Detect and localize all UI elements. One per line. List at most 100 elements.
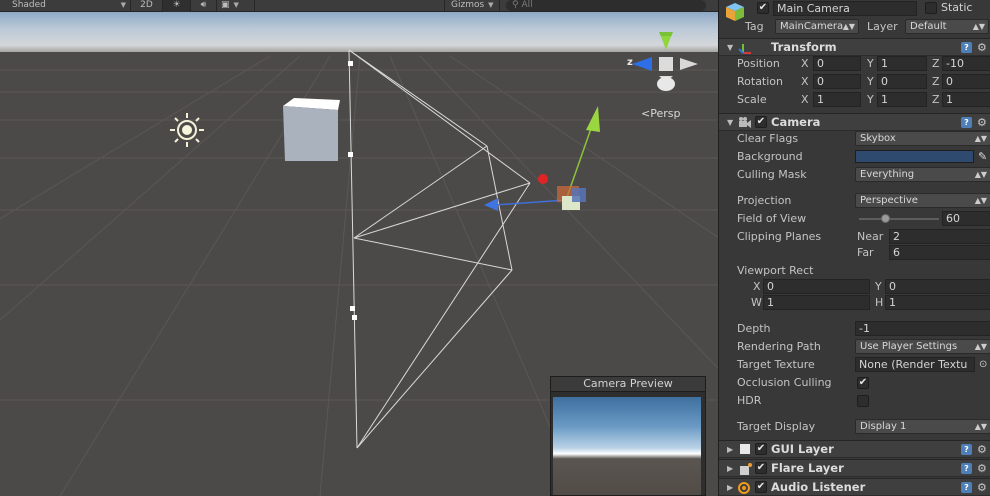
fov-slider-knob[interactable] bbox=[881, 214, 891, 223]
hdr-checkbox[interactable] bbox=[857, 395, 869, 407]
gui-layer-title: GUI Layer bbox=[771, 442, 834, 456]
clear-flags-row: Clear Flags Skybox ▲▼ bbox=[719, 130, 990, 148]
layer-dropdown[interactable]: Default ▲▼ bbox=[905, 19, 989, 34]
cube-object[interactable] bbox=[283, 98, 340, 161]
scene-effects-dropdown[interactable]: ▣ ▼ bbox=[217, 0, 255, 12]
scale-z-field[interactable]: 1 bbox=[942, 92, 990, 107]
fov-slider-track[interactable] bbox=[859, 218, 939, 220]
camera-enabled-checkbox[interactable]: ✔ bbox=[755, 116, 767, 128]
help-icon[interactable]: ? bbox=[961, 42, 972, 53]
viewport-h-field[interactable]: 1 bbox=[885, 295, 990, 310]
background-color-field[interactable] bbox=[855, 150, 974, 163]
dropdown-arrow-icon: ▲▼ bbox=[842, 22, 855, 31]
object-active-checkbox[interactable]: ✔ bbox=[757, 2, 769, 14]
gear-icon[interactable]: ⚙ bbox=[977, 463, 988, 474]
layer-value: Default bbox=[910, 21, 947, 32]
occlusion-culling-label: Occlusion Culling bbox=[737, 376, 832, 389]
scene-view[interactable]: Shaded ▼ 2D ☀ 🔊︎ ▣ ▼ Gizmos ▼ ⚲ All z <P… bbox=[0, 0, 718, 496]
layer-label: Layer bbox=[867, 20, 898, 33]
clear-flags-value: Skybox bbox=[860, 133, 896, 144]
viewport-x-field[interactable]: 0 bbox=[763, 279, 870, 294]
gui-layer-checkbox[interactable]: ✔ bbox=[755, 443, 767, 455]
scene-audio-toggle[interactable]: 🔊︎ bbox=[191, 0, 217, 12]
chevron-down-icon: ▼ bbox=[120, 1, 126, 9]
gear-icon[interactable]: ⚙ bbox=[977, 444, 988, 455]
rotation-x-field[interactable]: 0 bbox=[813, 74, 861, 89]
camera-header[interactable]: ▼ ✔ Camera ? ⚙ bbox=[719, 113, 990, 131]
shading-mode-dropdown[interactable]: Shaded ▼ bbox=[0, 0, 131, 12]
rendering-path-dropdown[interactable]: Use Player Settings ▲▼ bbox=[855, 339, 990, 354]
foldout-arrow-icon[interactable]: ▼ bbox=[727, 118, 733, 127]
flare-layer-title: Flare Layer bbox=[771, 461, 844, 475]
gear-icon[interactable]: ⚙ bbox=[977, 42, 988, 53]
viewport-w-field[interactable]: 1 bbox=[763, 295, 870, 310]
fov-field[interactable]: 60 bbox=[942, 211, 990, 226]
tag-label: Tag bbox=[745, 20, 764, 33]
search-placeholder: All bbox=[521, 0, 533, 10]
depth-row: Depth -1 bbox=[719, 320, 990, 338]
flare-layer-checkbox[interactable]: ✔ bbox=[755, 462, 767, 474]
viewport-y-field[interactable]: 0 bbox=[885, 279, 990, 294]
image-icon: ▣ bbox=[221, 0, 230, 10]
foldout-arrow-icon[interactable]: ▼ bbox=[727, 43, 733, 52]
transform-header[interactable]: ▼ Transform ? ⚙ bbox=[719, 38, 990, 56]
help-icon[interactable]: ? bbox=[961, 444, 972, 455]
object-name-field[interactable]: Main Camera bbox=[773, 1, 917, 16]
camera-preview: Camera Preview bbox=[550, 376, 706, 496]
eyedropper-icon[interactable]: ✎ bbox=[978, 148, 987, 166]
target-display-dropdown[interactable]: Display 1 ▲▼ bbox=[855, 419, 990, 434]
inspector-panel: ✔ Main Camera Static Tag MainCamera ▲▼ La… bbox=[718, 0, 990, 496]
scale-row: Scale X 1 Y 1 Z 1 bbox=[719, 91, 990, 109]
culling-mask-dropdown[interactable]: Everything ▲▼ bbox=[855, 167, 990, 182]
persp-toggle[interactable]: <Persp bbox=[641, 107, 680, 120]
axis-z-label: Z bbox=[932, 57, 940, 70]
foldout-arrow-icon[interactable]: ▶ bbox=[727, 464, 733, 473]
object-picker-icon[interactable]: ⊙ bbox=[979, 356, 987, 374]
skybox bbox=[0, 12, 718, 56]
position-x-field[interactable]: 0 bbox=[813, 56, 861, 71]
chevron-down-icon: ▼ bbox=[233, 1, 239, 9]
audio-listener-header[interactable]: ▶ ✔ Audio Listener ? ⚙ bbox=[719, 478, 990, 496]
help-icon[interactable]: ? bbox=[961, 482, 972, 493]
position-z-field[interactable]: -10 bbox=[942, 56, 990, 71]
foldout-arrow-icon[interactable]: ▶ bbox=[727, 483, 733, 492]
gizmos-dropdown[interactable]: Gizmos ▼ bbox=[444, 0, 500, 12]
rotation-row: Rotation X 0 Y 0 Z 0 bbox=[719, 73, 990, 91]
rotation-y-field[interactable]: 0 bbox=[877, 74, 927, 89]
foldout-arrow-icon[interactable]: ▶ bbox=[727, 445, 733, 454]
scale-x-field[interactable]: 1 bbox=[813, 92, 861, 107]
audio-listener-checkbox[interactable]: ✔ bbox=[755, 481, 767, 493]
tag-dropdown[interactable]: MainCamera ▲▼ bbox=[775, 19, 859, 34]
background-row: Background ✎ bbox=[719, 148, 990, 166]
help-icon[interactable]: ? bbox=[961, 117, 972, 128]
position-y-field[interactable]: 1 bbox=[877, 56, 927, 71]
help-icon[interactable]: ? bbox=[961, 463, 972, 474]
gear-icon[interactable]: ⚙ bbox=[977, 117, 988, 128]
depth-field[interactable]: -1 bbox=[855, 321, 990, 336]
transform-icon bbox=[738, 42, 751, 54]
projection-dropdown[interactable]: Perspective ▲▼ bbox=[855, 193, 990, 208]
scale-y-field[interactable]: 1 bbox=[877, 92, 927, 107]
clear-flags-label: Clear Flags bbox=[737, 132, 799, 145]
scene-lighting-toggle[interactable]: ☀ bbox=[163, 0, 191, 12]
static-label: Static bbox=[941, 1, 973, 14]
scene-search-input[interactable]: ⚲ All bbox=[506, 0, 706, 11]
dropdown-arrow-icon: ▲▼ bbox=[974, 342, 987, 351]
gui-layer-header[interactable]: ▶ ✔ GUI Layer ? ⚙ bbox=[719, 440, 990, 458]
culling-mask-row: Culling Mask Everything ▲▼ bbox=[719, 166, 990, 184]
static-checkbox[interactable] bbox=[925, 2, 937, 14]
2d-mode-toggle[interactable]: 2D bbox=[131, 0, 163, 12]
audio-listener-icon bbox=[738, 482, 750, 494]
gear-icon[interactable]: ⚙ bbox=[977, 482, 988, 493]
occlusion-culling-checkbox[interactable]: ✔ bbox=[857, 377, 869, 389]
flare-layer-header[interactable]: ▶ ✔ Flare Layer ? ⚙ bbox=[719, 459, 990, 477]
target-display-row: Target Display Display 1 ▲▼ bbox=[719, 418, 990, 436]
target-texture-field[interactable]: None (Render Textu bbox=[855, 357, 975, 372]
clear-flags-dropdown[interactable]: Skybox ▲▼ bbox=[855, 131, 990, 146]
near-field[interactable]: 2 bbox=[889, 229, 990, 244]
axis-x-label: X bbox=[801, 75, 809, 88]
axis-x-label: X bbox=[801, 57, 809, 70]
speaker-icon: 🔊︎ bbox=[200, 0, 207, 10]
far-field[interactable]: 6 bbox=[889, 245, 990, 260]
rotation-z-field[interactable]: 0 bbox=[942, 74, 990, 89]
